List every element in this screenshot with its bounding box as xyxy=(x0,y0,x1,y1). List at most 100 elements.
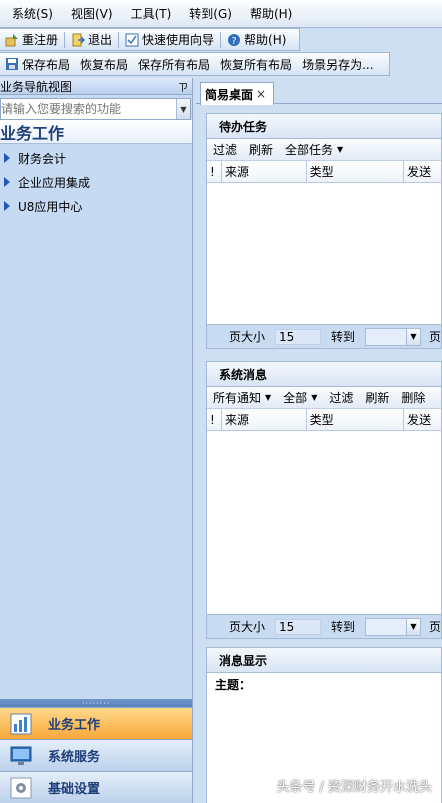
relogin-button[interactable]: 重注册 xyxy=(0,30,63,50)
column-type[interactable]: 类型 xyxy=(307,409,405,430)
svg-text:?: ? xyxy=(231,36,236,47)
page-size-input[interactable]: 15 xyxy=(275,328,321,345)
goto-page-select[interactable]: ▼ xyxy=(365,617,421,636)
wizard-icon xyxy=(125,33,139,47)
business-work-label: 业务工作 xyxy=(48,718,101,733)
settings-gear-icon xyxy=(10,777,32,799)
nav-list: 财务会计 企业应用集成 U8应用中心 xyxy=(0,144,192,218)
all-dropdown[interactable]: 全部 ▼ xyxy=(283,389,317,406)
help-icon: ? xyxy=(227,33,241,47)
page-label: 页 xyxy=(428,330,441,344)
close-icon[interactable]: × xyxy=(256,87,266,101)
expand-arrow-icon xyxy=(4,153,10,163)
function-search-box: ▼ xyxy=(0,98,191,120)
column-type[interactable]: 类型 xyxy=(307,161,405,182)
message-subject: 主题： xyxy=(207,673,441,695)
business-work-button[interactable]: 业务工作 xyxy=(0,707,192,739)
todo-grid-header: ! 来源 类型 发送 xyxy=(207,161,441,183)
system-message-toolbar: 所有通知 ▼ 全部 ▼ 过滤 刷新 删除 xyxy=(207,387,441,409)
all-notices-label: 所有通知 xyxy=(213,391,262,405)
nav-item-enterprise-integration[interactable]: 企业应用集成 xyxy=(0,170,192,194)
menu-system[interactable]: 系统(S) xyxy=(12,5,53,22)
caret-down-icon: ▼ xyxy=(265,393,272,402)
system-service-button[interactable]: 系统服务 xyxy=(0,739,192,771)
todo-panel: 待办任务 过滤 刷新 全部任务 ▼ ! 来源 类型 发送 页大小 15 转到 ▼… xyxy=(206,113,442,349)
caret-down-icon: ▼ xyxy=(337,145,344,154)
nav-panel-title-bar: 业务导航视图 ㄗ xyxy=(0,78,192,95)
todo-refresh-button[interactable]: 刷新 xyxy=(249,141,273,158)
column-priority[interactable]: ! xyxy=(207,409,222,430)
pin-icon[interactable]: ㄗ xyxy=(178,79,188,94)
restore-all-layouts-button[interactable]: 恢复所有布局 xyxy=(215,54,297,74)
tab-label: 简易桌面 xyxy=(205,87,254,102)
system-message-title: 系统消息 xyxy=(207,362,441,387)
message-filter-button[interactable]: 过滤 xyxy=(329,389,353,406)
column-source[interactable]: 来源 xyxy=(222,161,307,182)
column-priority[interactable]: ! xyxy=(207,161,222,182)
save-layout-button[interactable]: 保存布局 xyxy=(0,54,75,74)
nav-item-label: 财务会计 xyxy=(18,151,67,166)
expand-arrow-icon xyxy=(4,177,10,187)
watermark: 头条号 / 资深财务开水洗头 xyxy=(276,780,432,795)
save-icon xyxy=(5,57,19,71)
column-sender[interactable]: 发送 xyxy=(404,409,441,430)
nav-item-u8-center[interactable]: U8应用中心 xyxy=(0,194,192,218)
save-layout-label: 保存布局 xyxy=(22,57,71,72)
relogin-icon xyxy=(5,33,19,47)
todo-all-tasks-dropdown[interactable]: 全部任务 ▼ xyxy=(285,141,343,158)
todo-filter-button[interactable]: 过滤 xyxy=(213,141,237,158)
message-delete-button[interactable]: 删除 xyxy=(401,389,425,406)
tab-strip: 简易桌面 × xyxy=(196,78,442,105)
column-sender[interactable]: 发送 xyxy=(404,161,441,182)
goto-label: 转到 xyxy=(331,330,356,344)
save-all-layouts-button[interactable]: 保存所有布局 xyxy=(133,54,215,74)
menu-view[interactable]: 视图(V) xyxy=(71,5,113,22)
column-source[interactable]: 来源 xyxy=(222,409,307,430)
monitor-icon xyxy=(10,745,32,767)
toolbar-separator xyxy=(118,31,120,48)
message-refresh-button[interactable]: 刷新 xyxy=(365,389,389,406)
expand-arrow-icon xyxy=(4,201,10,211)
todo-panel-title: 待办任务 xyxy=(207,114,441,139)
restore-layout-button[interactable]: 恢复布局 xyxy=(75,54,133,74)
page-label: 页 xyxy=(428,620,441,634)
nav-bottom-buttons: ········ 业务工作 系统服务 基础设置 xyxy=(0,699,192,803)
basic-settings-button[interactable]: 基础设置 xyxy=(0,771,192,803)
menu-bar: 系统(S) 视图(V) 工具(T) 转到(G) 帮助(H) xyxy=(0,0,442,28)
nav-panel-title: 业务导航视图 xyxy=(0,79,73,94)
menu-goto[interactable]: 转到(G) xyxy=(189,5,232,22)
page-size-input[interactable]: 15 xyxy=(275,618,321,635)
all-notices-dropdown[interactable]: 所有通知 ▼ xyxy=(213,389,271,406)
goto-page-select[interactable]: ▼ xyxy=(365,327,421,346)
caret-down-icon: ▼ xyxy=(311,393,318,402)
business-chart-icon xyxy=(10,713,32,735)
toolbar-separator xyxy=(220,31,222,48)
todo-all-tasks-label: 全部任务 xyxy=(285,143,334,157)
quick-wizard-button[interactable]: 快速使用向导 xyxy=(120,30,219,50)
chevron-down-icon[interactable]: ▼ xyxy=(176,99,190,119)
chevron-down-icon: ▼ xyxy=(405,618,420,635)
subject-label: 主题： xyxy=(215,677,252,692)
basic-settings-label: 基础设置 xyxy=(48,782,101,797)
todo-toolbar: 过滤 刷新 全部任务 ▼ xyxy=(207,139,441,161)
splitter-grip[interactable]: ········ xyxy=(0,699,192,708)
goto-label: 转到 xyxy=(331,620,356,634)
tab-simple-desktop[interactable]: 简易桌面 × xyxy=(200,82,274,105)
relogin-label: 重注册 xyxy=(22,33,59,47)
system-service-label: 系统服务 xyxy=(48,750,101,765)
help-label: 帮助(H) xyxy=(244,33,287,47)
page-size-label: 页大小 xyxy=(229,330,266,344)
save-scene-as-button[interactable]: 场景另存为... xyxy=(297,54,378,74)
exit-label: 退出 xyxy=(88,33,113,47)
exit-button[interactable]: 退出 xyxy=(66,30,117,50)
help-button[interactable]: ? 帮助(H) xyxy=(222,30,291,50)
message-grid-header: ! 来源 类型 发送 xyxy=(207,409,441,431)
menu-tools[interactable]: 工具(T) xyxy=(131,5,172,22)
business-nav-panel: 业务导航视图 ㄗ ▼ 业务工作 财务会计 企业应用集成 U8应用中心 ·····… xyxy=(0,78,193,803)
layout-toolbar: 保存布局 恢复布局 保存所有布局 恢复所有布局 场景另存为... xyxy=(0,52,390,76)
nav-item-label: U8应用中心 xyxy=(18,199,83,214)
menu-help[interactable]: 帮助(H) xyxy=(250,5,292,22)
function-search-input[interactable] xyxy=(1,102,171,116)
message-pager: 页大小 15 转到 ▼ 页 xyxy=(207,614,441,638)
nav-item-finance[interactable]: 财务会计 xyxy=(0,146,192,170)
